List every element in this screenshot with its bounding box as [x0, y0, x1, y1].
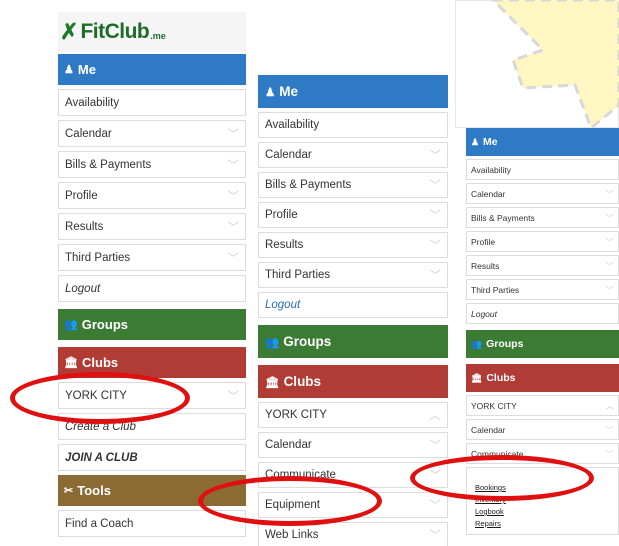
institution-icon: 🏛	[265, 376, 280, 389]
submenu-link-repairs[interactable]: Repairs	[475, 518, 612, 530]
menu-item-logout[interactable]: Logout	[466, 303, 619, 324]
me-header[interactable]: ♟ Me	[466, 128, 619, 156]
chevron-down-icon: ﹀	[429, 500, 442, 512]
chevron-down-icon: ﹀	[429, 240, 442, 252]
highlight-ring-equipment	[198, 476, 382, 526]
clubs-header[interactable]: 🏛 Clubs	[258, 365, 448, 398]
menu-item-third-parties[interactable]: Third Parties ﹀	[258, 262, 448, 288]
institution-icon: 🏛	[64, 357, 79, 369]
menu-item-bills-payments[interactable]: Bills & Payments ﹀	[258, 172, 448, 198]
chevron-down-icon: ﹀	[429, 270, 442, 282]
groups-header[interactable]: 👥 Groups	[258, 325, 448, 358]
chevron-down-icon: ﹀	[605, 236, 614, 247]
chevron-down-icon: ﹀	[605, 448, 614, 459]
chevron-down-icon: ﹀	[429, 180, 442, 192]
users-icon: 👥	[265, 336, 280, 349]
highlight-ring-york-city	[10, 372, 190, 424]
club-menu-calendar[interactable]: Calendar ﹀	[258, 432, 448, 458]
highlight-ring-submenu	[410, 455, 594, 501]
users-icon: 👥	[471, 338, 483, 349]
user-icon: ♟	[471, 136, 479, 147]
groups-header[interactable]: 👥 Groups	[466, 330, 619, 358]
chevron-down-icon: ﹀	[605, 260, 614, 271]
decorative-arrow-graphic	[490, 0, 619, 128]
clubs-header[interactable]: 🏛 Clubs	[466, 364, 619, 392]
menu-item-availability[interactable]: Availability	[258, 112, 448, 138]
menu-item-bills-payments[interactable]: Bills & Payments ﹀	[466, 207, 619, 228]
me-header[interactable]: ♟ Me	[58, 54, 246, 85]
club-item-york-city[interactable]: YORK CITY ︿	[466, 395, 619, 416]
menu-item-availability[interactable]: Availability	[58, 89, 246, 116]
menu-item-availability[interactable]: Availability	[466, 159, 619, 180]
menu-item-calendar[interactable]: Calendar ﹀	[58, 120, 246, 147]
menu-item-results[interactable]: Results ﹀	[466, 255, 619, 276]
institution-icon: 🏛	[471, 372, 483, 383]
fitclub-logo[interactable]: ✗ FitClub .me	[58, 12, 246, 52]
menu-item-results[interactable]: Results ﹀	[258, 232, 448, 258]
menu-item-calendar[interactable]: Calendar ﹀	[258, 142, 448, 168]
chevron-down-icon: ﹀	[605, 212, 614, 223]
menu-item-third-parties[interactable]: Third Parties ﹀	[58, 244, 246, 271]
menu-item-profile[interactable]: Profile ﹀	[58, 182, 246, 209]
menu-item-profile[interactable]: Profile ﹀	[466, 231, 619, 252]
menu-item-logout[interactable]: Logout	[58, 275, 246, 302]
chevron-down-icon: ﹀	[227, 128, 240, 141]
chevron-down-icon: ﹀	[429, 440, 442, 452]
chevron-down-icon: ﹀	[605, 284, 614, 295]
groups-header[interactable]: 👥 Groups	[58, 309, 246, 340]
submenu-link-logbook[interactable]: Logbook	[475, 506, 612, 518]
club-item-york-city[interactable]: YORK CITY ︿	[258, 402, 448, 428]
menu-item-results[interactable]: Results ﹀	[58, 213, 246, 240]
menu-item-bills-payments[interactable]: Bills & Payments ﹀	[58, 151, 246, 178]
chevron-down-icon: ﹀	[605, 188, 614, 199]
club-menu-calendar[interactable]: Calendar ﹀	[466, 419, 619, 440]
chevron-down-icon: ﹀	[429, 530, 442, 542]
chevron-up-icon: ︿	[429, 410, 442, 422]
chevron-down-icon: ﹀	[227, 221, 240, 234]
tools-icon: ✂	[64, 485, 74, 497]
logo-suffix: .me	[150, 31, 166, 41]
chevron-down-icon: ﹀	[227, 390, 240, 403]
runner-icon: ✗	[60, 19, 79, 44]
menu-item-profile[interactable]: Profile ﹀	[258, 202, 448, 228]
menu-item-third-parties[interactable]: Third Parties ﹀	[466, 279, 619, 300]
menu-panel-a: ♟ Me Availability Calendar ﹀ Bills & Payme…	[58, 54, 246, 537]
chevron-down-icon: ﹀	[429, 150, 442, 162]
chevron-down-icon: ﹀	[605, 424, 614, 435]
chevron-down-icon: ﹀	[227, 252, 240, 265]
chevron-down-icon: ﹀	[227, 159, 240, 172]
logo-text: FitClub	[80, 20, 150, 43]
user-icon: ♟	[265, 86, 276, 99]
chevron-down-icon: ﹀	[429, 210, 442, 222]
user-icon: ♟	[64, 64, 74, 76]
menu-item-logout[interactable]: Logout	[258, 292, 448, 318]
menu-item-calendar[interactable]: Calendar ﹀	[466, 183, 619, 204]
users-icon: 👥	[64, 319, 78, 331]
me-header[interactable]: ♟ Me	[258, 75, 448, 108]
menu-item-join-club[interactable]: JOIN A CLUB	[58, 444, 246, 471]
chevron-down-icon: ﹀	[227, 190, 240, 203]
chevron-up-icon: ︿	[605, 400, 614, 411]
